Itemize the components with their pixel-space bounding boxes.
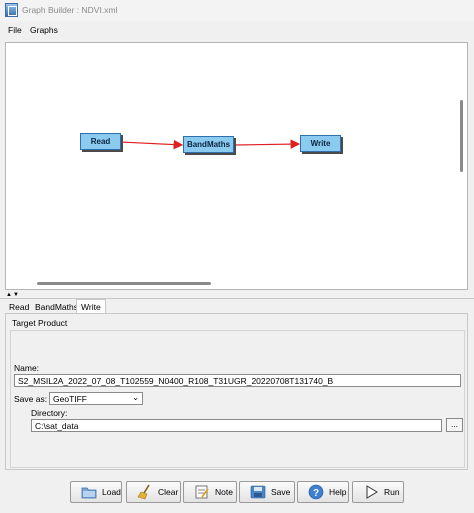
canvas-vertical-scrollbar[interactable] xyxy=(459,45,465,281)
graph-node-write[interactable]: Write xyxy=(300,135,341,152)
button-bar: Load Clear Note Save ? Help Run xyxy=(0,472,474,513)
note-button[interactable]: Note xyxy=(183,481,237,503)
save-as-select[interactable]: GeoTIFF ⌄ xyxy=(49,392,143,405)
name-field[interactable]: S2_MSIL2A_2022_07_08_T102559_N0400_R108_… xyxy=(14,374,461,387)
help-icon: ? xyxy=(308,484,324,500)
splitter[interactable]: ▲ ▼ xyxy=(0,291,474,299)
menu-bar: File Graphs xyxy=(0,22,474,38)
clear-button[interactable]: Clear xyxy=(126,481,181,503)
save-button-label: Save xyxy=(271,487,291,497)
save-as-label: Save as: xyxy=(14,394,48,404)
load-button-label: Load xyxy=(102,487,121,497)
run-button-label: Run xyxy=(384,487,400,497)
svg-text:?: ? xyxy=(313,488,319,499)
collapse-up-icon[interactable]: ▲ xyxy=(6,292,12,298)
target-product-group: Name: S2_MSIL2A_2022_07_08_T102559_N0400… xyxy=(10,330,465,468)
title-bar: Graph Builder : NDVI.xml xyxy=(0,0,474,22)
directory-field[interactable]: C:\sat_data xyxy=(31,419,442,432)
write-panel: Target Product Name: S2_MSIL2A_2022_07_0… xyxy=(5,313,468,470)
target-product-title: Target Product xyxy=(12,318,68,328)
broom-icon xyxy=(137,484,153,500)
run-button[interactable]: Run xyxy=(352,481,404,503)
clear-button-label: Clear xyxy=(158,487,179,497)
graph-edges xyxy=(120,139,301,150)
tab-read[interactable]: Read xyxy=(5,300,33,314)
menu-file[interactable]: File xyxy=(6,24,24,36)
graph-canvas[interactable]: Read BandMaths Write xyxy=(5,42,468,290)
edge-bandmaths-write xyxy=(233,139,301,149)
menu-graphs[interactable]: Graphs xyxy=(28,24,60,36)
collapse-down-icon[interactable]: ▼ xyxy=(13,292,19,298)
help-button-label: Help xyxy=(329,487,347,497)
help-button[interactable]: ? Help xyxy=(297,481,349,503)
browse-button[interactable]: ... xyxy=(446,418,463,432)
note-icon xyxy=(194,484,210,500)
load-button[interactable]: Load xyxy=(70,481,122,503)
graph-node-read[interactable]: Read xyxy=(80,133,121,150)
name-label: Name: xyxy=(14,363,40,373)
save-as-value: GeoTIFF xyxy=(53,394,88,404)
graph-node-bandmaths[interactable]: BandMaths xyxy=(183,136,234,153)
note-button-label: Note xyxy=(215,487,233,497)
folder-icon xyxy=(81,484,97,500)
vertical-scroll-thumb[interactable] xyxy=(460,100,463,172)
horizontal-scroll-thumb[interactable] xyxy=(37,282,211,285)
play-icon xyxy=(363,484,379,500)
disk-icon xyxy=(250,484,266,500)
chevron-down-icon: ⌄ xyxy=(132,393,139,402)
window-title: Graph Builder : NDVI.xml xyxy=(22,5,118,15)
canvas-horizontal-scrollbar[interactable] xyxy=(8,281,454,286)
tab-bandmaths[interactable]: BandMaths xyxy=(31,300,82,314)
directory-label: Directory: xyxy=(31,408,68,418)
tab-write[interactable]: Write xyxy=(76,299,106,314)
app-icon xyxy=(5,3,18,17)
edge-read-bandmaths xyxy=(120,139,184,150)
save-button[interactable]: Save xyxy=(239,481,295,503)
